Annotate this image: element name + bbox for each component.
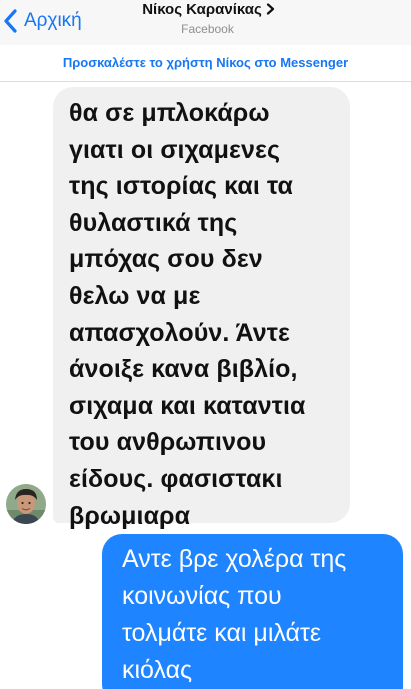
contact-header[interactable]: Νίκος Καρανίκας Facebook — [0, 0, 411, 36]
contact-name: Νίκος Καρανίκας — [142, 1, 262, 18]
incoming-message-text: θα σε μπλοκάρω γιατι οι σιχαμενες της ισ… — [69, 99, 306, 530]
contact-subtitle: Facebook — [181, 22, 234, 36]
outgoing-message-text: Αντε βρε χολέρα της κοινωνίας που τολμάτ… — [122, 545, 347, 684]
navigation-bar: Αρχική Νίκος Καρανίκας Facebook — [0, 0, 411, 45]
chevron-right-icon — [266, 2, 275, 15]
invite-to-messenger-link[interactable]: Προσκαλέστε το χρήστη Νίκος στο Messenge… — [0, 45, 411, 82]
outgoing-message-bubble[interactable]: Αντε βρε χολέρα της κοινωνίας που τολμάτ… — [102, 534, 403, 689]
conversation-screen: Αρχική Νίκος Καρανίκας Facebook Προσκαλέ… — [0, 0, 411, 689]
incoming-message-bubble[interactable]: θα σε μπλοκάρω γιατι οι σιχαμενες της ισ… — [53, 87, 350, 530]
contact-avatar[interactable] — [6, 484, 46, 524]
